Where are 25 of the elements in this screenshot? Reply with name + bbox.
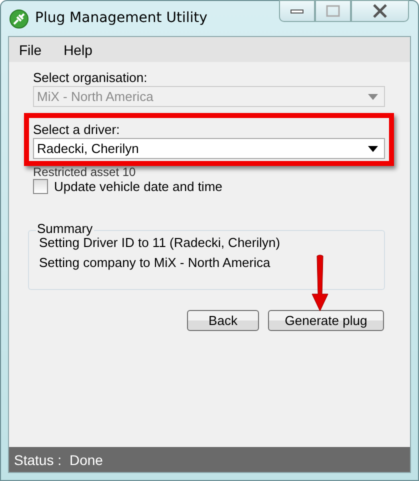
dialog-button[interactable]: Back xyxy=(187,310,259,331)
group-title: Summary xyxy=(36,222,94,236)
plug-logo-icon xyxy=(9,9,29,29)
minimize-button[interactable] xyxy=(279,0,315,22)
caret-icon xyxy=(368,94,378,100)
driver-dropdown[interactable]: Radecki, Cherilyn xyxy=(33,138,385,159)
window-title: Plug Management Utility xyxy=(35,10,208,26)
menu-item[interactable]: File xyxy=(19,42,42,58)
checkbox-label: Update vehicle date and time xyxy=(54,179,222,194)
dialog-button[interactable]: Generate plug xyxy=(268,310,384,331)
close-icon xyxy=(372,4,388,18)
close-button[interactable] xyxy=(351,0,409,22)
maximize-icon xyxy=(326,5,340,17)
note-text: Restricted asset 10 xyxy=(33,166,136,179)
summary-line: Setting Driver ID to 11 (Radecki, Cherilyn) xyxy=(39,235,282,250)
status-label: Status : xyxy=(14,452,62,468)
summary-line: Setting company to MiX - North America xyxy=(39,255,272,270)
down-arrow-drawing xyxy=(311,254,329,312)
menu-item[interactable]: Help xyxy=(64,42,92,58)
checkbox[interactable] xyxy=(33,179,48,194)
caret-icon xyxy=(368,146,378,152)
minimize-icon xyxy=(290,8,304,14)
field-label: Select a driver: xyxy=(33,122,120,137)
field-label: Select organisation: xyxy=(33,70,148,85)
status-text: Done xyxy=(69,452,103,468)
